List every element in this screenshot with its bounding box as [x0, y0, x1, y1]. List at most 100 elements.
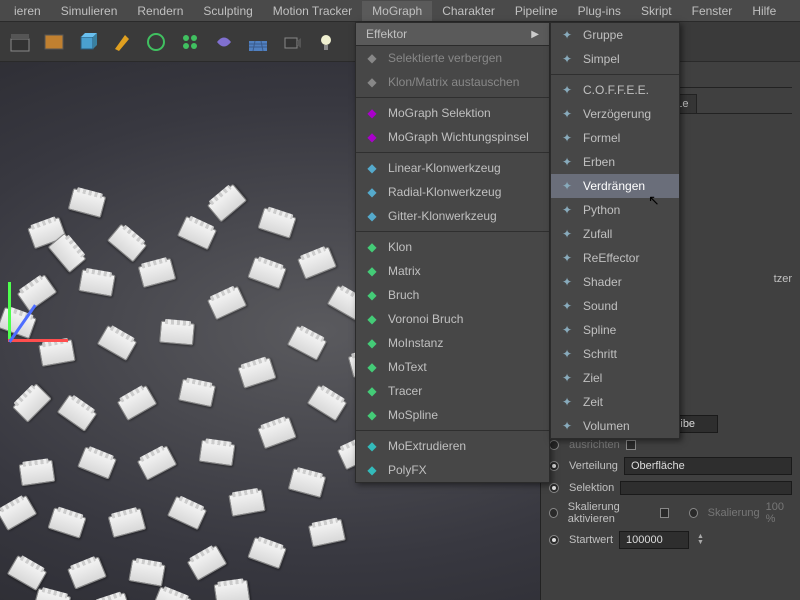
align-radio[interactable]	[549, 440, 559, 450]
scale-enable-label: Skalierung aktivieren	[568, 501, 654, 525]
tool-icon-nurbs[interactable]	[140, 26, 172, 58]
tool-icon-floor[interactable]	[242, 26, 274, 58]
effector-icon: ✦	[559, 250, 575, 266]
menu-icon: ◆	[364, 359, 380, 375]
menu-item-moextrudieren[interactable]: ◆MoExtrudieren	[356, 434, 549, 458]
tool-icon-camera[interactable]	[276, 26, 308, 58]
effector-item-ziel[interactable]: ✦Ziel	[551, 366, 679, 390]
menu-item-label: Bruch	[388, 288, 419, 302]
selection-label: Selektion	[569, 482, 614, 494]
align-check[interactable]	[626, 440, 636, 450]
effector-item-gruppe[interactable]: ✦Gruppe	[551, 23, 679, 47]
effector-item-formel[interactable]: ✦Formel	[551, 126, 679, 150]
menu-item-mograph-selektion[interactable]: ◆MoGraph Selektion	[356, 101, 549, 125]
menu-motion-tracker[interactable]: Motion Tracker	[263, 1, 362, 21]
effector-item-verz-gerung[interactable]: ✦Verzögerung	[551, 102, 679, 126]
effector-item-label: Zufall	[583, 227, 612, 241]
menu-item-radial-klonwerkzeug[interactable]: ◆Radial-Klonwerkzeug	[356, 180, 549, 204]
lego-brick	[33, 588, 72, 600]
menu-item-mograph-wichtungspinsel[interactable]: ◆MoGraph Wichtungspinsel	[356, 125, 549, 149]
effector-item-erben[interactable]: ✦Erben	[551, 150, 679, 174]
menu-item-tracer[interactable]: ◆Tracer	[356, 379, 549, 403]
lego-brick	[19, 460, 56, 487]
lego-brick	[287, 325, 327, 360]
menu-icon: ◆	[364, 74, 380, 90]
tool-icon-render[interactable]	[38, 26, 70, 58]
menu-simulieren[interactable]: Simulieren	[51, 1, 128, 21]
tool-icon-array[interactable]	[174, 26, 206, 58]
effector-item-label: Zeit	[583, 395, 603, 409]
tool-icon-light[interactable]	[310, 26, 342, 58]
effector-header[interactable]: Effektor ▶	[356, 23, 549, 46]
lego-brick	[167, 496, 207, 530]
effector-item-simpel[interactable]: ✦Simpel	[551, 47, 679, 71]
menu-rendern[interactable]: Rendern	[127, 1, 193, 21]
menu-icon: ◆	[364, 383, 380, 399]
menu-icon: ◆	[364, 311, 380, 327]
effector-icon: ✦	[559, 106, 575, 122]
startvalue-row: Startwert 100000 ▲▼	[549, 528, 792, 552]
menu-pipeline[interactable]: Pipeline	[505, 1, 568, 21]
menu-item-voronoi-bruch[interactable]: ◆Voronoi Bruch	[356, 307, 549, 331]
menu-charakter[interactable]: Charakter	[432, 1, 505, 21]
effector-item-spline[interactable]: ✦Spline	[551, 318, 679, 342]
menu-mograph[interactable]: MoGraph	[362, 1, 432, 21]
tool-icon-deformer[interactable]	[208, 26, 240, 58]
lego-brick	[107, 224, 147, 263]
lego-brick	[207, 184, 247, 223]
menu-item-klon[interactable]: ◆Klon	[356, 235, 549, 259]
distribution-label: Verteilung	[569, 460, 618, 472]
menu-fenster[interactable]: Fenster	[682, 1, 743, 21]
menu-item-label: MoGraph Selektion	[388, 106, 491, 120]
tool-icon-clapper[interactable]	[4, 26, 36, 58]
scale-enable-check[interactable]	[660, 508, 669, 518]
menu-skript[interactable]: Skript	[631, 1, 682, 21]
spinner-icon[interactable]: ▲▼	[697, 534, 704, 546]
tool-icon-pen[interactable]	[106, 26, 138, 58]
effector-item-python[interactable]: ✦Python	[551, 198, 679, 222]
start-radio[interactable]	[549, 535, 559, 545]
menu-item-motext[interactable]: ◆MoText	[356, 355, 549, 379]
menu-item-polyfx[interactable]: ◆PolyFX	[356, 458, 549, 482]
menu-item-klon-matrix-austauschen[interactable]: ◆Klon/Matrix austauschen	[356, 70, 549, 94]
effector-item-zeit[interactable]: ✦Zeit	[551, 390, 679, 414]
lego-brick	[288, 468, 327, 498]
menu-item-mospline[interactable]: ◆MoSpline	[356, 403, 549, 427]
menu-item-linear-klonwerkzeug[interactable]: ◆Linear-Klonwerkzeug	[356, 156, 549, 180]
effector-item-c-o-f-f-e-e-[interactable]: ✦C.O.F.F.E.E.	[551, 78, 679, 102]
menu-plug-ins[interactable]: Plug-ins	[568, 1, 631, 21]
selection-radio[interactable]	[549, 483, 559, 493]
effector-item-schritt[interactable]: ✦Schritt	[551, 342, 679, 366]
effector-item-reeffector[interactable]: ✦ReEffector	[551, 246, 679, 270]
menubar: ierenSimulierenRendernSculptingMotion Tr…	[0, 0, 800, 22]
menu-item-selektierte-verbergen[interactable]: ◆Selektierte verbergen	[356, 46, 549, 70]
menu-item-bruch[interactable]: ◆ Bruch	[356, 283, 549, 307]
effector-item-volumen[interactable]: ✦Volumen	[551, 414, 679, 438]
effector-item-shader[interactable]: ✦Shader	[551, 270, 679, 294]
scale-enable-radio[interactable]	[549, 508, 558, 518]
effector-item-verdr-ngen[interactable]: ✦Verdrängen	[551, 174, 679, 198]
effector-item-label: Python	[583, 203, 620, 217]
distribution-field[interactable]: Oberfläche	[624, 457, 792, 475]
menu-sculpting[interactable]: Sculpting	[193, 1, 262, 21]
menu-item-gitter-klonwerkzeug[interactable]: ◆Gitter-Klonwerkzeug	[356, 204, 549, 228]
tool-icon-cube[interactable]	[72, 26, 104, 58]
effector-item-sound[interactable]: ✦Sound	[551, 294, 679, 318]
menu-icon: ◆	[364, 129, 380, 145]
selection-field[interactable]	[620, 481, 792, 495]
menu-item-matrix[interactable]: ◆Matrix	[356, 259, 549, 283]
effector-icon: ✦	[559, 27, 575, 43]
menu-item-label: Linear-Klonwerkzeug	[388, 161, 501, 175]
effector-label: Effektor	[366, 27, 407, 41]
lego-brick	[307, 385, 347, 422]
start-field[interactable]: 100000	[619, 531, 689, 549]
menu-icon: ◆	[364, 287, 380, 303]
menu-hilfe[interactable]: Hilfe	[742, 1, 786, 21]
distribution-radio[interactable]	[549, 461, 559, 471]
menu-item-moinstanz[interactable]: ◆MoInstanz	[356, 331, 549, 355]
lego-brick	[237, 357, 276, 388]
lego-brick	[199, 440, 236, 467]
effector-item-zufall[interactable]: ✦Zufall	[551, 222, 679, 246]
lego-brick	[128, 559, 165, 587]
menu-ieren[interactable]: ieren	[4, 1, 51, 21]
